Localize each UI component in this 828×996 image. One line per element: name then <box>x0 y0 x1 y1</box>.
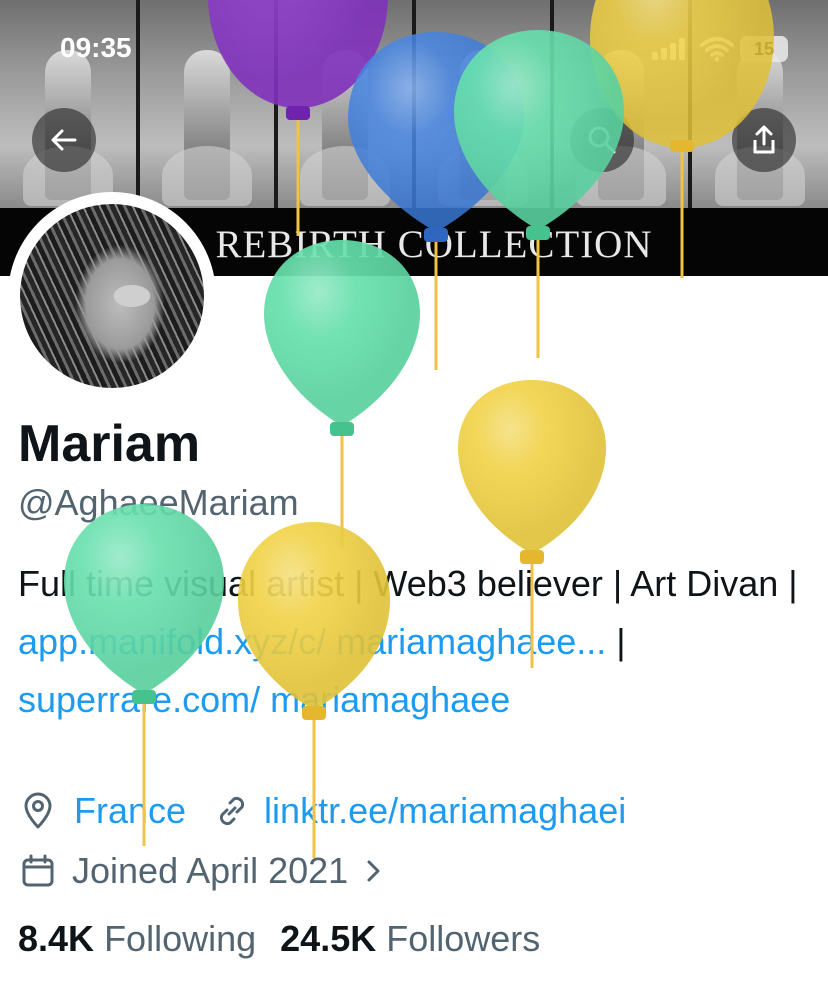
share-button[interactable] <box>732 108 796 172</box>
battery-indicator: 15 <box>740 36 788 62</box>
banner-photo-panel <box>416 0 550 208</box>
follow-stats: 8.4K Following 24.5K Followers <box>18 918 540 960</box>
bio-text: Full time visual artist | Web3 believer … <box>18 563 798 604</box>
search-icon <box>588 126 616 154</box>
followers-count: 24.5K <box>280 918 377 959</box>
link-icon <box>220 796 245 826</box>
followers-label: Followers <box>386 918 541 959</box>
display-name: Mariam <box>18 415 201 473</box>
joined-date-text: Joined April 2021 <box>72 850 349 891</box>
bio-link-manifold[interactable]: app.manifold.xyz/c/ mariamaghaee... <box>18 621 606 662</box>
location-text: France <box>74 790 187 831</box>
battery-level: 15 <box>753 39 775 59</box>
arrow-left-icon <box>51 129 77 151</box>
location-pin-icon <box>24 792 52 829</box>
username-handle: @AghaeeMariam <box>18 482 299 523</box>
profile-bio: Full time visual artist | Web3 believer … <box>18 555 818 729</box>
following-label: Following <box>104 918 257 959</box>
cellular-signal-icon <box>652 38 692 60</box>
back-button[interactable] <box>32 108 96 172</box>
followers-stat[interactable]: 24.5K Followers <box>280 918 540 959</box>
following-count: 8.4K <box>18 918 95 959</box>
profile-meta-row: France linktr.ee/mariamaghaei <box>18 786 626 836</box>
website-link[interactable]: linktr.ee/mariamaghaei <box>264 790 626 832</box>
status-time: 09:35 <box>60 32 132 63</box>
following-stat[interactable]: 8.4K Following <box>18 918 256 959</box>
joined-date-row[interactable]: Joined April 2021 <box>18 846 384 896</box>
avatar[interactable] <box>20 204 204 388</box>
bio-link-superrare[interactable]: superrare.com/ mariamaghaee <box>18 679 510 720</box>
banner-photo-panel <box>140 0 274 208</box>
search-button[interactable] <box>570 108 634 172</box>
banner-photo-panel <box>554 0 688 208</box>
calendar-icon <box>22 854 54 887</box>
bio-separator: | <box>606 621 626 662</box>
wifi-icon <box>700 37 734 62</box>
banner-photo-panel <box>278 0 412 208</box>
share-icon <box>753 125 775 154</box>
chevron-right-icon <box>367 860 380 882</box>
banner-photo-panel <box>692 0 828 208</box>
